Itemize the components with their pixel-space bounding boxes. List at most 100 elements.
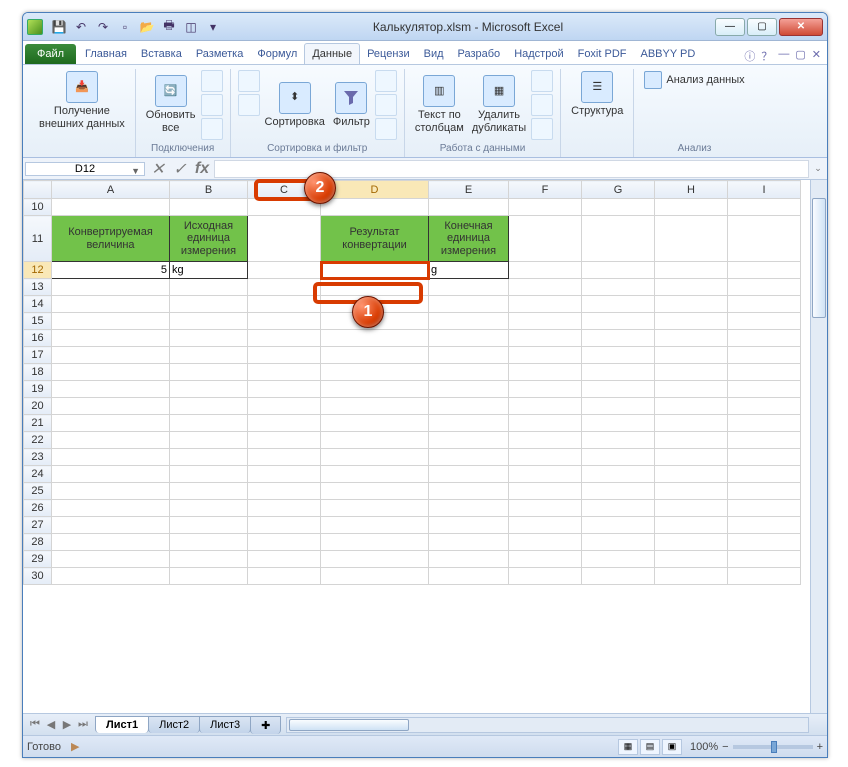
cell-I30[interactable]	[728, 568, 801, 585]
cell-B10[interactable]	[170, 199, 248, 216]
mdi-restore-icon[interactable]: ▢	[795, 48, 805, 64]
qat-undo-icon[interactable]: ↶	[71, 17, 91, 37]
cell-E14[interactable]	[429, 296, 509, 313]
cell-F17[interactable]	[509, 347, 582, 364]
qat-preview-icon[interactable]: ◫	[181, 17, 201, 37]
connections-button[interactable]	[201, 70, 223, 92]
whatif-button[interactable]	[531, 118, 553, 140]
tab-developer[interactable]: Разрабо	[451, 44, 508, 64]
sheet-tab[interactable]: Лист3	[199, 716, 251, 733]
cell-I29[interactable]	[728, 551, 801, 568]
cell-G11[interactable]	[582, 216, 655, 262]
cell-A15[interactable]	[52, 313, 170, 330]
cell-B20[interactable]	[170, 398, 248, 415]
cell-H20[interactable]	[655, 398, 728, 415]
row-header[interactable]: 17	[24, 347, 52, 364]
cell-C18[interactable]	[248, 364, 321, 381]
cell-C29[interactable]	[248, 551, 321, 568]
row-header[interactable]: 12	[24, 262, 52, 279]
cell-A18[interactable]	[52, 364, 170, 381]
cell-E29[interactable]	[429, 551, 509, 568]
cell-B22[interactable]	[170, 432, 248, 449]
enter-formula-button[interactable]: ✓	[169, 159, 191, 179]
next-sheet-button[interactable]: ▶	[59, 718, 75, 731]
cell-B27[interactable]	[170, 517, 248, 534]
cell-G29[interactable]	[582, 551, 655, 568]
cell-B12[interactable]: kg	[170, 262, 248, 279]
tab-home[interactable]: Главная	[78, 44, 134, 64]
col-header[interactable]: F	[509, 181, 582, 199]
cell-F14[interactable]	[509, 296, 582, 313]
col-header[interactable]: G	[582, 181, 655, 199]
cell-G27[interactable]	[582, 517, 655, 534]
horizontal-scrollbar[interactable]	[286, 717, 809, 733]
cell-E21[interactable]	[429, 415, 509, 432]
cell-H26[interactable]	[655, 500, 728, 517]
cell-E22[interactable]	[429, 432, 509, 449]
cell-F15[interactable]	[509, 313, 582, 330]
cell-A29[interactable]	[52, 551, 170, 568]
cell-C23[interactable]	[248, 449, 321, 466]
cell-A22[interactable]	[52, 432, 170, 449]
cell-C14[interactable]	[248, 296, 321, 313]
data-validation-button[interactable]	[531, 70, 553, 92]
file-tab[interactable]: Файл	[25, 44, 76, 64]
cell-B29[interactable]	[170, 551, 248, 568]
cell-I25[interactable]	[728, 483, 801, 500]
cell-E25[interactable]	[429, 483, 509, 500]
cell-G21[interactable]	[582, 415, 655, 432]
row-header[interactable]: 21	[24, 415, 52, 432]
cell-G14[interactable]	[582, 296, 655, 313]
cell-H14[interactable]	[655, 296, 728, 313]
cell-I21[interactable]	[728, 415, 801, 432]
cell-C12[interactable]	[248, 262, 321, 279]
sort-desc-button[interactable]	[238, 94, 260, 116]
cell-F16[interactable]	[509, 330, 582, 347]
cell-F24[interactable]	[509, 466, 582, 483]
zoom-out-button[interactable]: −	[722, 741, 728, 753]
col-header[interactable]: E	[429, 181, 509, 199]
cell-I24[interactable]	[728, 466, 801, 483]
cell-C22[interactable]	[248, 432, 321, 449]
cell-G13[interactable]	[582, 279, 655, 296]
cell-C13[interactable]	[248, 279, 321, 296]
cell-G26[interactable]	[582, 500, 655, 517]
cell-C25[interactable]	[248, 483, 321, 500]
filter-button[interactable]: Фильтр	[329, 69, 374, 141]
cell-B19[interactable]	[170, 381, 248, 398]
row-header[interactable]: 13	[24, 279, 52, 296]
cell-F13[interactable]	[509, 279, 582, 296]
properties-button[interactable]	[201, 94, 223, 116]
advanced-button[interactable]	[375, 118, 397, 140]
cell-C19[interactable]	[248, 381, 321, 398]
cell-G30[interactable]	[582, 568, 655, 585]
cell-I18[interactable]	[728, 364, 801, 381]
cell-E10[interactable]	[429, 199, 509, 216]
col-header[interactable]: I	[728, 181, 801, 199]
cell-B25[interactable]	[170, 483, 248, 500]
mdi-close-icon[interactable]: ✕	[812, 48, 821, 64]
cell-D11[interactable]: Результат конвертации	[321, 216, 429, 262]
cell-D28[interactable]	[321, 534, 429, 551]
fx-button[interactable]: fx	[191, 159, 213, 179]
cell-F19[interactable]	[509, 381, 582, 398]
cell-H27[interactable]	[655, 517, 728, 534]
cell-H17[interactable]	[655, 347, 728, 364]
cell-H18[interactable]	[655, 364, 728, 381]
first-sheet-button[interactable]: ⏮	[27, 718, 43, 731]
cell-H28[interactable]	[655, 534, 728, 551]
cell-E30[interactable]	[429, 568, 509, 585]
col-header[interactable]: A	[52, 181, 170, 199]
cell-D19[interactable]	[321, 381, 429, 398]
cell-E15[interactable]	[429, 313, 509, 330]
cell-E23[interactable]	[429, 449, 509, 466]
cell-G20[interactable]	[582, 398, 655, 415]
tab-addins[interactable]: Надстрой	[507, 44, 570, 64]
cell-B11[interactable]: Исходная единица измерения	[170, 216, 248, 262]
sheet-tab[interactable]: Лист1	[95, 716, 149, 733]
cell-H10[interactable]	[655, 199, 728, 216]
row-header[interactable]: 11	[24, 216, 52, 262]
cell-D24[interactable]	[321, 466, 429, 483]
cell-H16[interactable]	[655, 330, 728, 347]
cell-G28[interactable]	[582, 534, 655, 551]
